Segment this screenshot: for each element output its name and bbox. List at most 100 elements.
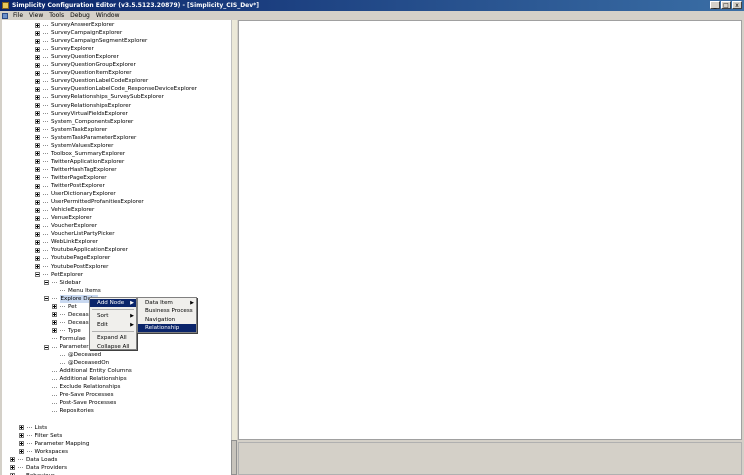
expand-icon[interactable] [35,86,40,92]
expand-icon[interactable] [35,239,40,245]
context-menu-item[interactable]: Add Node ▶ [90,299,136,307]
context-menu-item[interactable]: Sort ▶ [90,312,136,320]
expand-icon[interactable] [35,62,40,68]
expand-icon[interactable] [10,465,15,471]
submenu-item[interactable]: Relationship [138,324,196,333]
expand-icon[interactable] [35,46,40,52]
tree-node[interactable]: Toolbox_SummaryExplorer [35,150,125,158]
editor-panel[interactable] [238,20,742,440]
tree-node[interactable]: SystemTaskExplorer [35,126,107,134]
menu-tools[interactable]: Tools [46,12,67,20]
menu-debug[interactable]: Debug [67,12,93,20]
context-menu-item[interactable]: Expand All [90,334,136,342]
tree-node[interactable]: YoutubePostExplorer [35,263,108,271]
tree-node[interactable]: Pet [52,303,77,311]
expand-icon[interactable] [35,183,40,189]
expand-icon[interactable] [10,457,15,463]
tree-node[interactable]: Parameters [43,343,92,351]
expand-icon[interactable] [35,215,40,221]
menu-view[interactable]: View [26,12,46,20]
tree-node[interactable]: YoutubePageExplorer [35,254,110,262]
tree-scrollbar[interactable] [231,20,237,475]
tree-node[interactable]: Post-Save Processes [44,399,116,407]
tree-node[interactable]: SystemTaskParameterExplorer [35,134,136,142]
tree-node[interactable]: Additional Entity Columns [44,367,132,375]
collapse-icon[interactable] [43,296,49,302]
collapse-icon[interactable] [43,344,49,350]
tree-node[interactable]: UserPermittedProfanitiesExplorer [35,198,144,206]
expand-icon[interactable] [18,449,24,455]
expand-icon[interactable] [18,425,24,430]
submenu-item[interactable]: Data Item ▶ [138,299,196,307]
expand-icon[interactable] [35,22,40,28]
tree-node[interactable]: Parameter Mapping [18,440,89,448]
tree-node[interactable]: Pre-Save Processes [44,391,114,399]
expand-icon[interactable] [18,433,24,439]
tree-node[interactable]: SurveyRelationshipsExplorer [35,102,131,110]
tree-node[interactable]: SurveyVirtualFieldsExplorer [35,110,128,118]
tree-node[interactable]: VoucherExplorer [35,222,97,230]
minimize-button[interactable]: _ [710,1,720,9]
tree-node[interactable]: SurveyQuestionLabelCodeExplorer [35,77,148,85]
tree-node[interactable]: VoucherListPartyPicker [35,230,115,238]
context-menu-item[interactable]: Edit ▶ [90,321,136,329]
tree-node[interactable]: PetExplorer [35,271,83,279]
expand-icon[interactable] [35,135,40,141]
tree-node[interactable]: UserDictionaryExplorer [35,190,116,198]
tree-node[interactable]: Data Loads [10,456,57,464]
tree-node[interactable]: Repositories [44,407,94,415]
expand-icon[interactable] [35,199,40,205]
tree-node[interactable]: SurveyQuestionExplorer [35,53,119,61]
expand-icon[interactable] [35,78,40,84]
expand-icon[interactable] [35,103,40,108]
tree-node[interactable]: Workspaces [18,448,68,456]
menu-window[interactable]: Window [93,12,123,20]
tree-node[interactable]: YoutubeApplicationExplorer [35,246,128,254]
expand-icon[interactable] [35,94,40,100]
expand-icon[interactable] [35,191,40,197]
expand-icon[interactable] [35,247,40,253]
tree-node[interactable]: TwitterApplicationExplorer [35,158,124,166]
document-icon[interactable] [2,12,8,19]
tree-node[interactable]: SystemValuesExplorer [35,142,113,150]
expand-icon[interactable] [35,207,40,213]
tree-node[interactable]: @DeceasedOn [52,359,109,367]
tree-node[interactable]: SurveyRelationships_SurveySubExplorer [35,93,164,101]
tree-node[interactable]: SurveyQuestionItemExplorer [35,69,132,77]
context-menu-item[interactable]: Collapse All [90,343,136,351]
tree-node[interactable]: Additional Relationships [44,375,127,383]
expand-icon[interactable] [35,167,40,173]
tree-node[interactable]: TwitterPostExplorer [35,182,105,190]
tree-node[interactable]: SurveyExplorer [35,45,94,53]
expand-icon[interactable] [35,38,40,44]
menu-file[interactable]: File [10,12,26,20]
tree-node[interactable]: TwitterPageExplorer [35,174,107,182]
expand-icon[interactable] [35,70,40,76]
tree-scrollbar-thumb[interactable] [231,440,237,475]
tree-node[interactable]: SurveyAnswerExplorer [35,21,114,29]
collapse-icon[interactable] [43,280,49,286]
expand-icon[interactable] [35,231,40,237]
expand-icon[interactable] [35,175,40,181]
tree-node[interactable]: Type [52,327,81,335]
expand-icon[interactable] [35,151,40,157]
tree-node[interactable]: SurveyQuestionLabelCode_ResponseDeviceEx… [35,85,197,93]
submenu-item[interactable]: Navigation [138,316,196,324]
tree-node[interactable]: System_ComponentsExplorer [35,118,133,126]
tree-node[interactable]: SurveyQuestionGroupExplorer [35,61,136,69]
submenu-item[interactable]: Business Process [138,307,196,315]
expand-icon[interactable] [52,320,57,326]
tree-node[interactable]: Data Providers [10,464,67,472]
expand-icon[interactable] [35,30,40,36]
expand-icon[interactable] [35,127,40,133]
tree-node[interactable]: Formulae [44,335,86,343]
tree-node[interactable]: SurveyCampaignExplorer [35,29,122,37]
expand-icon[interactable] [35,111,40,117]
expand-icon[interactable] [35,54,40,60]
tree-node[interactable]: VehicleExplorer [35,206,94,214]
tree-node[interactable]: VenueExplorer [35,214,92,222]
tree-node[interactable]: Sidebar [43,279,81,287]
close-button[interactable]: x [732,1,742,9]
tree-node[interactable]: @Deceased [52,351,101,359]
expand-icon[interactable] [52,328,57,334]
